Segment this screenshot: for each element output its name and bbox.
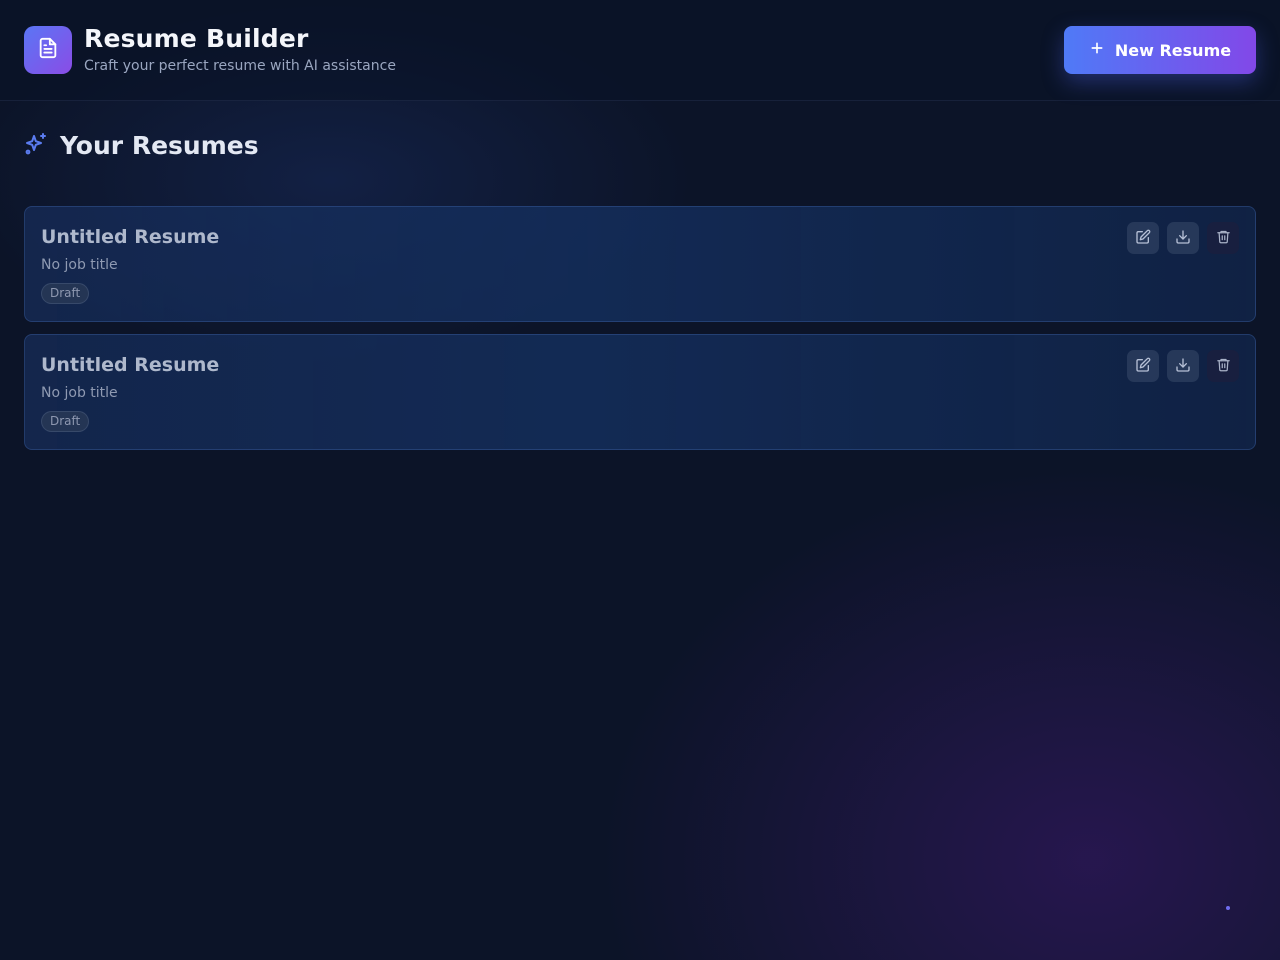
download-icon <box>1175 229 1191 248</box>
edit-icon <box>1135 229 1151 248</box>
download-resume-button[interactable] <box>1167 350 1199 382</box>
resume-title: Untitled Resume <box>41 354 220 376</box>
download-icon <box>1175 357 1191 376</box>
new-resume-button[interactable]: New Resume <box>1064 26 1256 74</box>
plus-icon <box>1089 40 1105 60</box>
edit-resume-button[interactable] <box>1127 222 1159 254</box>
app-subtitle: Craft your perfect resume with AI assist… <box>84 58 396 74</box>
app-title: Resume Builder <box>84 24 309 53</box>
delete-resume-button[interactable] <box>1207 350 1239 382</box>
section-title: Your Resumes <box>60 131 259 160</box>
download-resume-button[interactable] <box>1167 222 1199 254</box>
resume-job-title: No job title <box>41 385 118 401</box>
trash-icon <box>1216 357 1231 375</box>
section-header: Your Resumes <box>24 130 259 162</box>
document-icon <box>37 37 59 63</box>
new-resume-button-label: New Resume <box>1114 40 1232 60</box>
resume-job-title: No job title <box>41 257 118 273</box>
edit-resume-button[interactable] <box>1127 350 1159 382</box>
resume-card[interactable]: Untitled Resume No job title Draft <box>24 334 1256 450</box>
edit-icon <box>1135 357 1151 376</box>
decorative-dot <box>1226 906 1230 910</box>
status-badge: Draft <box>41 411 90 432</box>
delete-resume-button[interactable] <box>1207 222 1239 254</box>
sparkles-icon <box>24 131 48 161</box>
status-badge: Draft <box>41 283 90 304</box>
app-logo <box>24 26 72 74</box>
trash-icon <box>1216 229 1231 247</box>
resume-card[interactable]: Untitled Resume No job title Draft <box>24 206 1256 322</box>
resume-title: Untitled Resume <box>41 226 220 248</box>
app-header: Resume Builder Craft your perfect resume… <box>0 0 1280 101</box>
